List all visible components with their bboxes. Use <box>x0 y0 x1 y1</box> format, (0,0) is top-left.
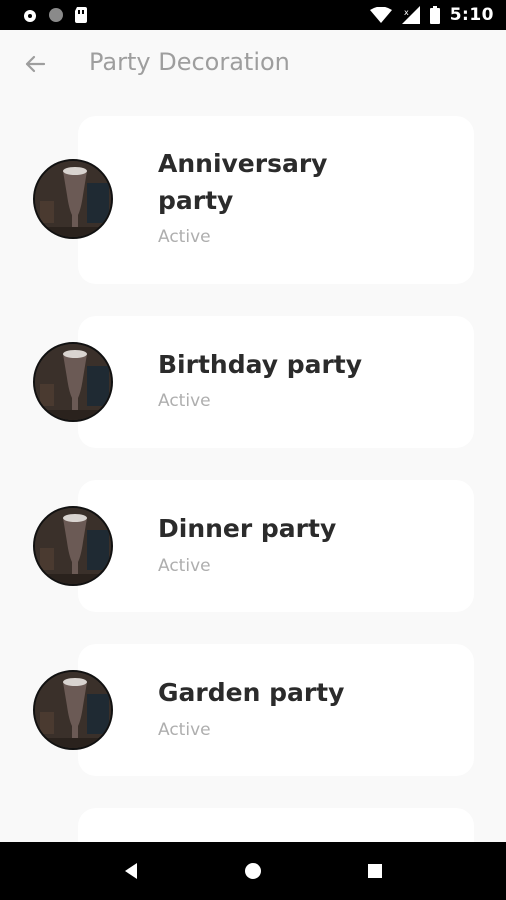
wifi-icon <box>369 7 392 23</box>
item-status: Active <box>158 227 211 247</box>
item-status: Active <box>158 720 211 740</box>
item-avatar <box>33 506 113 586</box>
home-circle-icon <box>245 863 261 879</box>
back-button[interactable] <box>22 51 48 77</box>
party-list: Anniversary party Active Birthday party … <box>0 96 506 842</box>
alarm-icon <box>24 10 36 22</box>
item-title: Garden party <box>158 678 345 707</box>
status-bar: x 5:10 <box>0 0 506 30</box>
status-bar-right: x 5:10 <box>369 5 494 25</box>
item-status: Active <box>158 556 211 576</box>
item-status: Active <box>158 391 211 411</box>
item-avatar <box>33 159 113 239</box>
sim-card-icon <box>75 7 87 23</box>
nav-back-button[interactable] <box>111 851 151 891</box>
app-bar: Party Decoration <box>0 30 506 96</box>
signal-icon: x <box>401 6 420 24</box>
item-title: Birthday party <box>158 350 363 379</box>
back-triangle-icon <box>125 863 137 879</box>
system-nav-bar <box>0 842 506 900</box>
svg-text:x: x <box>404 8 409 17</box>
page-title: Party Decoration <box>89 48 290 76</box>
item-card-partial[interactable] <box>78 808 474 842</box>
item-avatar <box>33 342 113 422</box>
item-title: Dinner party <box>158 514 337 543</box>
arrow-left-icon <box>25 55 46 73</box>
item-avatar <box>33 670 113 750</box>
item-title: Anniversary party <box>158 149 328 215</box>
nav-home-button[interactable] <box>233 851 273 891</box>
circle-icon <box>49 8 63 22</box>
status-bar-left <box>22 7 88 23</box>
nav-recents-button[interactable] <box>355 851 395 891</box>
battery-icon <box>429 6 440 24</box>
recents-square-icon <box>368 864 382 878</box>
status-time: 5:10 <box>449 5 494 25</box>
